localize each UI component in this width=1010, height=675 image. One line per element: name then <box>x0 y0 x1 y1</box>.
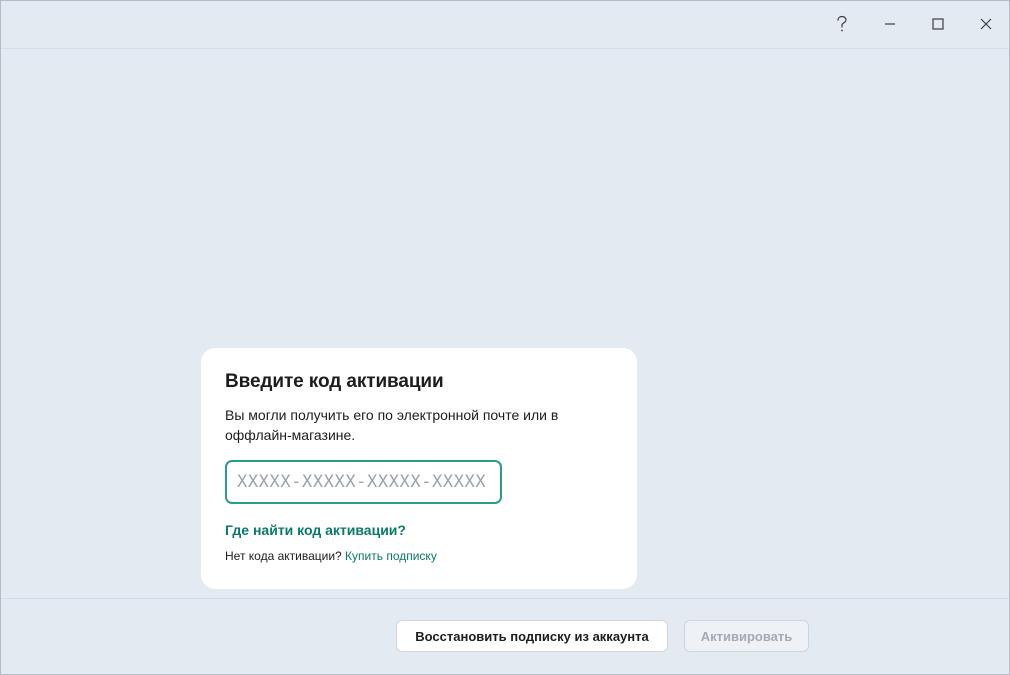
close-icon <box>980 18 992 30</box>
activation-card: Введите код активации Вы могли получить … <box>201 348 637 589</box>
restore-subscription-button[interactable]: Восстановить подписку из аккаунта <box>396 620 668 652</box>
footer-bar: Восстановить подписку из аккаунта Активи… <box>1 598 1009 674</box>
card-title: Введите код активации <box>225 371 444 392</box>
buy-subscription-link[interactable]: Купить подписку <box>345 549 437 563</box>
maximize-button[interactable] <box>915 1 961 47</box>
card-description: Вы могли получить его по электронной поч… <box>225 407 559 443</box>
minimize-button[interactable] <box>867 1 913 47</box>
where-to-find-code-link[interactable]: Где найти код активации? <box>225 522 406 538</box>
help-button[interactable] <box>819 1 865 47</box>
maximize-icon <box>932 18 944 30</box>
no-code-text: Нет кода активации? <box>225 549 342 563</box>
app-window: Введите код активации Вы могли получить … <box>0 0 1010 675</box>
activation-code-input[interactable] <box>225 460 502 504</box>
question-mark-icon <box>837 15 847 32</box>
close-button[interactable] <box>963 1 1009 47</box>
minimize-icon <box>885 23 895 25</box>
activate-button[interactable]: Активировать <box>684 620 809 652</box>
title-bar <box>1 1 1009 49</box>
no-code-row: Нет кода активации? Купить подписку <box>225 549 437 563</box>
